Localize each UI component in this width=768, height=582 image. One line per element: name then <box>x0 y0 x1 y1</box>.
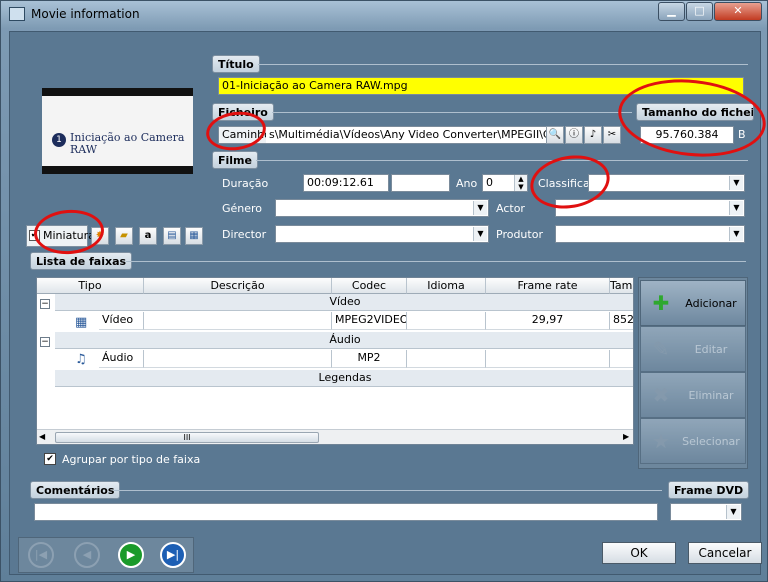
audio-framerate-cell[interactable] <box>486 350 610 368</box>
actor-label: Actor <box>496 202 525 215</box>
produtor-combo[interactable]: ▼ <box>555 225 745 243</box>
ano-spinner[interactable]: ▲ ▼ <box>514 175 527 191</box>
duracao-extra-field[interactable] <box>391 174 450 192</box>
comentarios-field[interactable] <box>34 503 658 521</box>
ok-button[interactable]: OK <box>602 542 676 564</box>
film-icon[interactable]: ▦ <box>185 227 203 245</box>
close-button[interactable]: ✕ <box>714 2 762 21</box>
last-record-icon[interactable]: ▶| <box>160 542 186 568</box>
expand-audio-toggle[interactable]: − <box>40 337 50 347</box>
info-icon[interactable]: ⓘ <box>565 126 583 144</box>
produtor-label: Produtor <box>496 228 543 241</box>
video-descricao-cell[interactable] <box>144 312 332 330</box>
amazon-icon[interactable]: a <box>139 227 157 245</box>
first-record-icon[interactable]: |◀ <box>28 542 54 568</box>
group-legendas[interactable]: Legendas <box>55 370 633 387</box>
tracks-table: Tipo Descrição Codec Idioma Frame rate T… <box>36 277 634 445</box>
search-icon[interactable]: 🔍 <box>546 126 564 144</box>
horizontal-scrollbar[interactable]: ◀ III ▶ <box>37 429 633 444</box>
app-icon <box>9 7 25 21</box>
next-record-icon[interactable]: ▶ <box>118 542 144 568</box>
agrupar-label: Agrupar por tipo de faixa <box>62 453 201 466</box>
eliminar-button[interactable]: ✖ Eliminar <box>640 372 746 418</box>
chevron-down-icon: ▼ <box>726 505 740 519</box>
annotation-circle-miniatura <box>32 207 106 257</box>
section-lista-de-faixas: Lista de faixas <box>30 252 133 270</box>
section-comentarios: Comentários <box>30 481 121 499</box>
plus-icon: ✚ <box>652 291 670 315</box>
column-tamanho[interactable]: Tamanho d <box>610 278 633 294</box>
section-frame-dvd: Frame DVD <box>668 481 750 499</box>
column-descricao[interactable]: Descrição <box>144 278 332 294</box>
cancel-button[interactable]: Cancelar <box>688 542 762 564</box>
editar-button[interactable]: ✎ Editar <box>640 326 746 372</box>
section-filme: Filme <box>212 151 258 169</box>
audio-track-icon: ♫ <box>75 352 87 367</box>
genero-label: Género <box>222 202 263 215</box>
chevron-down-icon: ▼ <box>729 176 743 190</box>
group-video[interactable]: Vídeo <box>55 294 633 311</box>
star-icon: ★ <box>652 429 670 453</box>
ano-label: Ano <box>456 177 478 190</box>
group-audio[interactable]: Áudio <box>55 332 633 349</box>
movie-information-window: Movie information ▁ □ ✕ 1 Iniciação ao C… <box>0 0 768 582</box>
adicionar-button[interactable]: ✚ Adicionar <box>640 280 746 326</box>
thumbnail-number-badge: 1 <box>52 133 66 147</box>
delete-icon: ✖ <box>652 383 670 407</box>
dialog-content: 1 Iniciação ao Camera RAW Título 01-Inic… <box>9 31 768 575</box>
previous-record-icon[interactable]: ◀ <box>74 542 100 568</box>
video-codec-cell[interactable]: MPEG2VIDEO <box>332 312 407 330</box>
file-path-field[interactable]: s\Multimédia\Vídeos\Any Video Converter\… <box>266 126 547 144</box>
movie-thumbnail: 1 Iniciação ao Camera RAW <box>42 88 193 174</box>
video-framerate-cell[interactable]: 29,97 <box>486 312 610 330</box>
scroll-right-arrow[interactable]: ▶ <box>623 432 629 441</box>
director-combo[interactable]: ▼ <box>275 225 489 243</box>
maximize-button[interactable]: □ <box>686 2 713 21</box>
tools-icon[interactable]: ✂ <box>603 126 621 144</box>
duracao-field[interactable]: 00:09:12.61 <box>303 174 389 192</box>
video-track-icon: ▦ <box>75 315 88 330</box>
classificacao-combo[interactable]: ▼ <box>588 174 745 192</box>
audio-descricao-cell[interactable] <box>144 350 332 368</box>
video-idioma-cell[interactable] <box>407 312 486 330</box>
audio-tipo-cell[interactable]: Áudio <box>99 350 144 368</box>
window-title: Movie information <box>31 7 140 21</box>
chevron-down-icon: ▼ <box>729 201 743 215</box>
sound-icon[interactable]: ♪ <box>584 126 602 144</box>
column-codec[interactable]: Codec <box>332 278 407 294</box>
column-frame-rate[interactable]: Frame rate <box>486 278 610 294</box>
column-idioma[interactable]: Idioma <box>407 278 486 294</box>
director-label: Director <box>222 228 267 241</box>
column-tipo[interactable]: Tipo <box>37 278 144 294</box>
edit-icon: ✎ <box>652 337 670 361</box>
duracao-label: Duração <box>222 177 269 190</box>
chevron-down-icon: ▼ <box>473 201 487 215</box>
title-bar: Movie information ▁ □ ✕ <box>1 1 767 29</box>
chevron-down-icon: ▼ <box>473 227 487 241</box>
file-icon[interactable]: ▤ <box>163 227 181 245</box>
scroll-thumb[interactable]: III <box>55 432 319 443</box>
agrupar-checkbox[interactable]: ✔ <box>44 453 56 465</box>
scroll-left-arrow[interactable]: ◀ <box>39 432 45 441</box>
genero-combo[interactable]: ▼ <box>275 199 489 217</box>
frame-dvd-combo[interactable]: ▼ <box>670 503 742 521</box>
video-tipo-cell[interactable]: Vídeo <box>99 312 144 330</box>
expand-video-toggle[interactable]: − <box>40 299 50 309</box>
audio-size-cell[interactable] <box>610 350 633 368</box>
thumbnail-caption: Iniciação ao Camera RAW <box>70 131 185 156</box>
video-size-cell[interactable]: 852x4 <box>610 312 633 330</box>
section-titulo: Título <box>212 55 260 73</box>
folder-icon[interactable]: ▰ <box>115 227 133 245</box>
selecionar-button[interactable]: ★ Selecionar <box>640 418 746 464</box>
chevron-down-icon: ▼ <box>729 227 743 241</box>
minimize-button[interactable]: ▁ <box>658 2 685 21</box>
audio-codec-cell[interactable]: MP2 <box>332 350 407 368</box>
audio-idioma-cell[interactable] <box>407 350 486 368</box>
